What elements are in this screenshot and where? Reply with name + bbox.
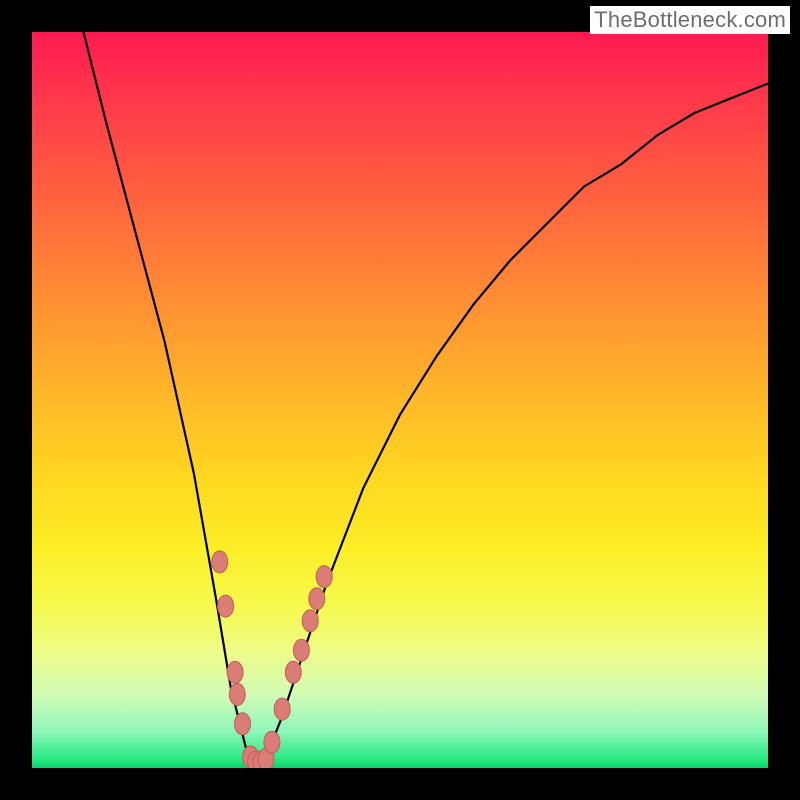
data-point [285,661,301,683]
data-point [227,661,243,683]
data-point [212,551,228,573]
data-point [309,588,325,610]
chart-svg [32,32,768,768]
data-point [235,713,251,735]
data-point [264,731,280,753]
data-point [218,595,234,617]
bottleneck-curve [84,32,769,768]
plot-area [32,32,768,768]
data-point [302,610,318,632]
data-point [316,566,332,588]
data-point [229,683,245,705]
chart-frame: TheBottleneck.com [0,0,800,800]
data-point [274,698,290,720]
watermark-label: TheBottleneck.com [590,6,790,34]
data-point [293,639,309,661]
scatter-points [212,551,333,768]
